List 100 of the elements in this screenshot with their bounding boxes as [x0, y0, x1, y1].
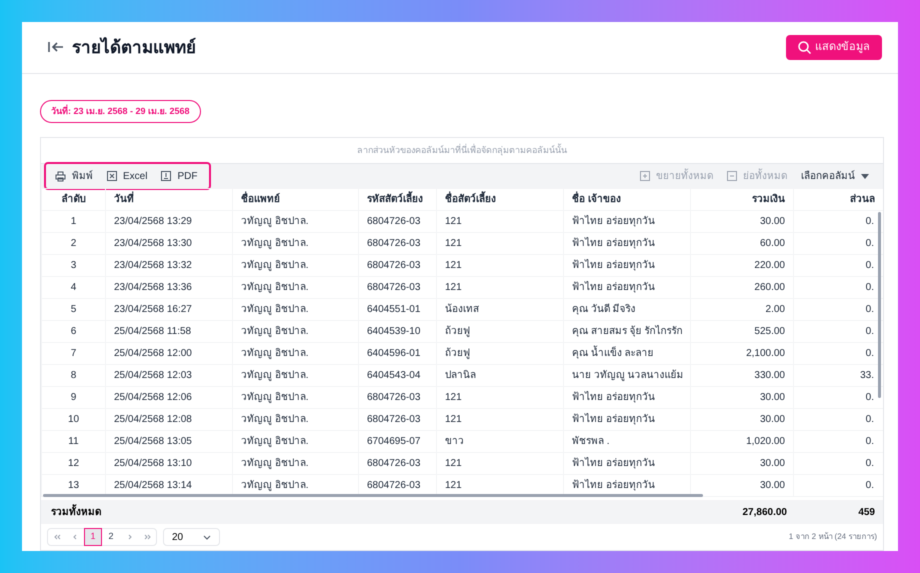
table-cell: 2	[42, 232, 106, 254]
table-cell: 25/04/2568 11:58	[106, 320, 232, 342]
table-cell: 25/04/2568 12:03	[106, 364, 232, 386]
table-cell: 6404596-01	[358, 342, 436, 364]
table-cell: 6804726-03	[358, 210, 436, 232]
table-cell: 6404551-01	[358, 298, 436, 320]
table-cell: 2.00	[690, 298, 794, 320]
table-cell: 3	[42, 254, 106, 276]
table-cell: 25/04/2568 12:00	[106, 342, 232, 364]
table-cell: 121	[436, 386, 564, 408]
totals-label: รวมทั้งหมด	[41, 504, 691, 520]
page-info: 1 จาก 2 หน้า (24 รายการ)	[788, 531, 877, 543]
table-cell: วทัญญู อิชปาล.	[232, 232, 358, 254]
column-header[interactable]: ลำดับ	[42, 188, 106, 210]
table-cell: 2,100.00	[690, 342, 794, 364]
table-cell: 9	[42, 386, 106, 408]
table-cell: 6804726-03	[358, 276, 436, 298]
table-cell: ฟ้าไทย อร่อยทุกวัน	[564, 386, 690, 408]
total-amount: 27,860.00	[742, 506, 787, 520]
print-button[interactable]: พิมพ์	[55, 168, 93, 184]
table-cell: วทัญญู อิชปาล.	[232, 364, 358, 386]
table-cell: วทัญญู อิชปาล.	[232, 342, 358, 364]
table-cell: 30.00	[690, 452, 794, 474]
table-cell: 4	[42, 276, 106, 298]
table-cell: 60.00	[690, 232, 794, 254]
table-cell: 1,020.00	[690, 430, 794, 452]
table-cell: 6804726-03	[358, 452, 436, 474]
back-icon[interactable]	[48, 40, 64, 54]
caret-icon	[861, 174, 869, 178]
column-header[interactable]: ชื่อแพทย์	[232, 188, 358, 210]
table-cell: 6404543-04	[358, 364, 436, 386]
table-cell: 23/04/2568 13:29	[106, 210, 232, 232]
chevron-right-icon	[126, 534, 132, 540]
table-cell: วทัญญู อิชปาล.	[232, 298, 358, 320]
table-cell: 121	[436, 210, 564, 232]
table-cell: ฟ้าไทย อร่อยทุกวัน	[564, 254, 690, 276]
chevron-down-icon	[203, 534, 211, 540]
table-cell: 7	[42, 342, 106, 364]
table-cell: วทัญญู อิชปาล.	[232, 320, 358, 342]
table-cell: 12	[42, 452, 106, 474]
table-cell: ถ้วยฟู	[436, 320, 564, 342]
table-cell: 23/04/2568 16:27	[106, 298, 232, 320]
table-cell: 25/04/2568 13:10	[106, 452, 232, 474]
printer-icon	[55, 170, 66, 182]
table-cell: วทัญญู อิชปาล.	[232, 452, 358, 474]
table-cell: วทัญญู อิชปาล.	[232, 408, 358, 430]
table-cell: 30.00	[690, 210, 794, 232]
table-cell: ฟ้าไทย อร่อยทุกวัน	[564, 210, 690, 232]
chevron-left-icon	[72, 534, 78, 540]
column-chooser-button[interactable]: เลือกคอลัมน์	[801, 168, 869, 184]
document-icon	[161, 171, 172, 181]
column-header[interactable]: รหัสสัตว์เลี้ยง	[358, 188, 436, 210]
table-cell: 121	[436, 408, 564, 430]
table-cell: 525.00	[690, 320, 794, 342]
table-cell: พัชรพล .	[564, 430, 690, 452]
table-cell: 6404539-10	[358, 320, 436, 342]
table-cell: ฟ้าไทย อร่อยทุกวัน	[564, 408, 690, 430]
column-header[interactable]: ชื่อสัตว์เลี้ยง	[436, 188, 564, 210]
table-cell: ฟ้าไทย อร่อยทุกวัน	[564, 232, 690, 254]
table-cell: วทัญญู อิชปาล.	[232, 210, 358, 232]
table-cell: 23/04/2568 13:32	[106, 254, 232, 276]
horizontal-scrollbar[interactable]	[43, 494, 703, 497]
table-cell: 11	[42, 430, 106, 452]
table-cell: 6804726-03	[358, 408, 436, 430]
table-cell: วทัญญู อิชปาล.	[232, 276, 358, 298]
table-cell: 30.00	[690, 408, 794, 430]
table-cell: วทัญญู อิชปาล.	[232, 430, 358, 452]
page-title: รายได้ตามแพทย์	[72, 36, 196, 58]
page-size-select[interactable]: 20	[163, 528, 220, 546]
table-cell: ฟ้าไทย อร่อยทุกวัน	[564, 452, 690, 474]
table-cell: วทัญญู อิชปาล.	[232, 254, 358, 276]
table-cell: ถ้วยฟู	[436, 342, 564, 364]
vertical-scrollbar[interactable]	[878, 212, 881, 398]
column-header[interactable]: วันที่	[106, 188, 232, 210]
table-cell: 6804726-03	[358, 386, 436, 408]
page-button[interactable]: 2	[102, 528, 120, 546]
table-cell: 10	[42, 408, 106, 430]
table-cell: 121	[436, 452, 564, 474]
table-cell: 30.00	[690, 386, 794, 408]
double-chevron-left-icon	[54, 534, 60, 540]
plus-square-icon	[640, 171, 650, 181]
excel-button[interactable]: Excel	[107, 168, 148, 184]
table-cell: ขาว	[436, 430, 564, 452]
table-cell: วทัญญู อิชปาล.	[232, 386, 358, 408]
total-discount: 459	[857, 506, 875, 520]
column-header[interactable]: ชื่อ เจ้าของ	[564, 188, 690, 210]
double-chevron-right-icon	[144, 534, 150, 540]
date-range-badge: วันที่: 23 เม.ย. 2568 - 29 เม.ย. 2568	[40, 100, 201, 123]
search-icon	[798, 40, 811, 54]
table-cell: 25/04/2568 13:05	[106, 430, 232, 452]
minus-square-icon	[727, 171, 737, 181]
column-header[interactable]: รวมเงิน	[690, 188, 794, 210]
table-cell: ฟ้าไทย อร่อยทุกวัน	[564, 276, 690, 298]
table-cell: คุณ วันดี มีจริง	[564, 298, 690, 320]
table-cell: นาย วทัญญู นวลนางแย้ม	[564, 364, 690, 386]
show-data-button[interactable]: แสดงข้อมูล	[786, 34, 882, 60]
table-cell: 1	[42, 210, 106, 232]
pdf-button[interactable]: PDF	[161, 168, 198, 184]
table-cell: 23/04/2568 13:36	[106, 276, 232, 298]
column-header[interactable]: ส่วนล	[794, 188, 883, 210]
